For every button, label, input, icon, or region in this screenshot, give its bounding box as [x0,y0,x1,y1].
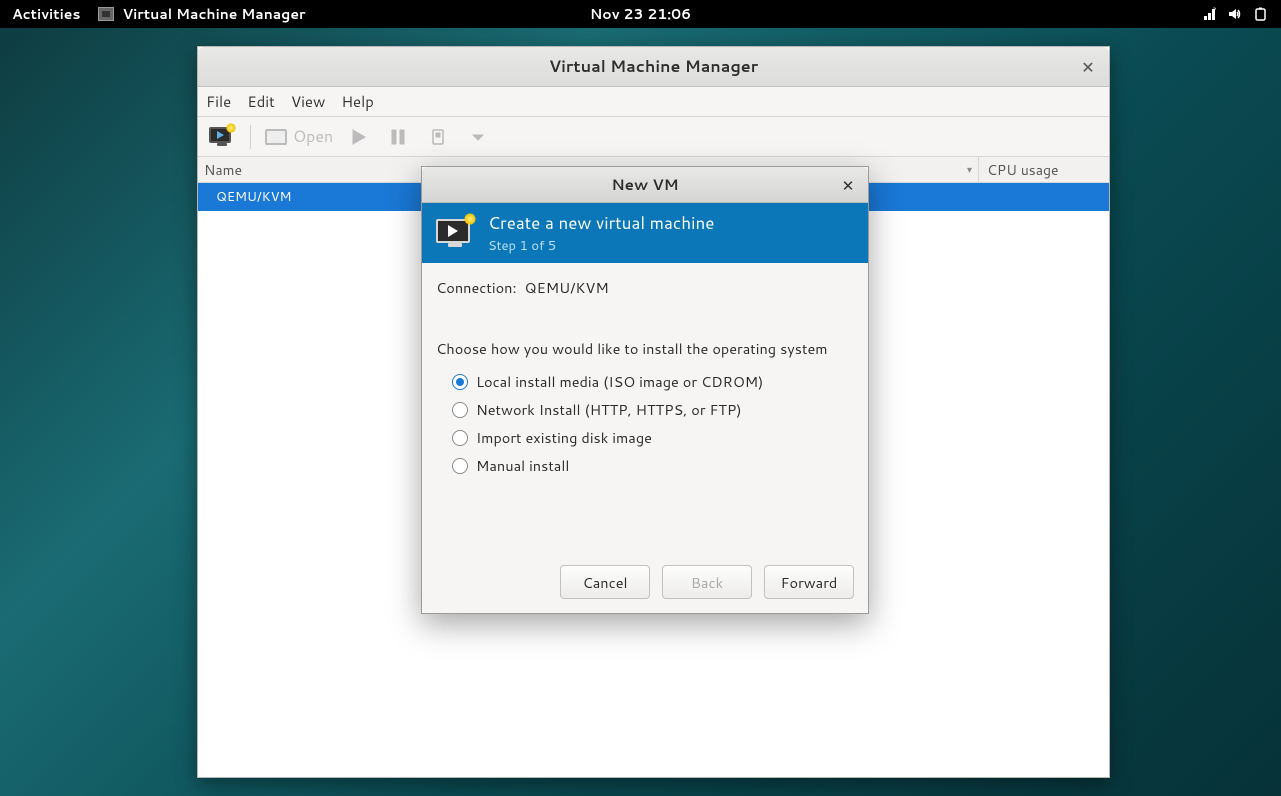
radio-icon [452,458,468,474]
shutdown-menu-button[interactable] [463,122,493,152]
topbar-clock[interactable]: Nov 23 21:06 [590,4,691,24]
column-cpu[interactable]: CPU usage [979,157,1109,182]
radio-local-media[interactable]: Local install media (ISO image or CDROM) [452,371,854,392]
dialog-close-button[interactable]: ✕ [838,175,858,195]
window-titlebar[interactable]: Virtual Machine Manager ✕ [198,47,1109,87]
install-method-group: Local install media (ISO image or CDROM)… [436,371,854,476]
radio-import-disk[interactable]: Import existing disk image [452,427,854,448]
menubar: File Edit View Help [198,87,1109,117]
toolbar-separator [250,125,251,149]
dialog-title: New VM [611,174,678,195]
monitor-icon [265,129,287,145]
menu-help[interactable]: Help [341,91,374,112]
connection-label: Connection: [436,277,517,298]
dialog-body: Connection: QEMU/KVM Choose how you woul… [422,263,868,553]
radio-icon [452,402,468,418]
open-button[interactable]: Open [265,125,333,148]
create-vm-icon [434,215,474,251]
network-icon[interactable]: ? [1201,6,1217,22]
radio-network-install[interactable]: Network Install (HTTP, HTTPS, or FTP) [452,399,854,420]
dialog-buttons: Cancel Back Forward [422,553,868,613]
back-button[interactable]: Back [662,565,752,599]
volume-icon[interactable] [1227,6,1243,22]
dialog-header-title: Create a new virtual machine [488,211,714,235]
dialog-step-label: Step 1 of 5 [488,237,714,255]
install-prompt: Choose how you would like to install the… [436,338,854,359]
radio-manual-install[interactable]: Manual install [452,455,854,476]
activities-button[interactable]: Activities [12,4,80,24]
window-close-button[interactable]: ✕ [1077,56,1099,78]
new-vm-dialog: New VM ✕ Create a new virtual machine St… [421,166,869,614]
power-icon[interactable] [1253,6,1269,22]
gnome-topbar: Activities Virtual Machine Manager Nov 2… [0,0,1281,28]
new-vm-button[interactable] [206,122,236,152]
radio-icon [452,374,468,390]
menu-edit[interactable]: Edit [247,91,275,112]
dialog-titlebar[interactable]: New VM ✕ [422,167,868,203]
radio-icon [452,430,468,446]
svg-text:?: ? [1213,6,1216,14]
shutdown-button[interactable] [423,122,453,152]
chevron-down-icon: ▾ [967,163,972,177]
window-title: Virtual Machine Manager [549,55,758,78]
vm-manager-icon [98,7,114,21]
pause-button[interactable] [383,122,413,152]
menu-view[interactable]: View [291,91,326,112]
toolbar: Open [198,117,1109,157]
topbar-app-title[interactable]: Virtual Machine Manager [98,4,305,24]
menu-file[interactable]: File [206,91,231,112]
dialog-header: Create a new virtual machine Step 1 of 5 [422,203,868,263]
forward-button[interactable]: Forward [764,565,854,599]
connection-value: QEMU/KVM [525,277,609,298]
cancel-button[interactable]: Cancel [560,565,650,599]
run-button[interactable] [343,122,373,152]
